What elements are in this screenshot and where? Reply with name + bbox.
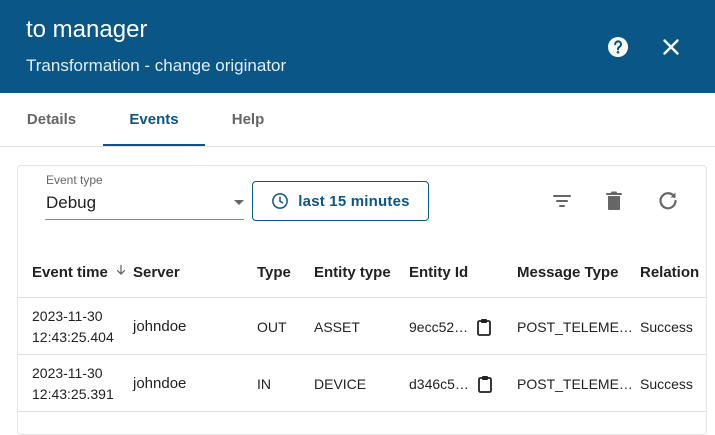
message-type-cell: POST_TELEME… [517, 375, 633, 392]
column-header-event-time[interactable]: Event time [32, 246, 128, 298]
entity-id-value: d346c5… [409, 375, 469, 392]
tab-bar: Details Events Help [0, 93, 715, 147]
event-type-label: Event type [46, 173, 103, 187]
column-header-label: Event time [32, 263, 108, 281]
dialog-header: to manager Transformation - change origi… [0, 0, 715, 93]
event-date: 2023-11-30 [32, 307, 103, 324]
help-circle-icon[interactable] [606, 35, 630, 59]
events-card: Event type Debug last 15 minutes Event t… [17, 165, 707, 435]
event-type-select[interactable]: Debug [45, 188, 244, 220]
dropdown-arrow-icon [234, 200, 244, 205]
tab-details[interactable]: Details [0, 93, 103, 146]
dialog-title: to manager [26, 16, 148, 43]
server-cell: johndoe [133, 375, 187, 392]
refresh-icon[interactable] [656, 189, 680, 213]
message-type-cell: POST_TELEME… [517, 318, 633, 335]
entity-id-value: 9ecc52… [409, 318, 469, 335]
tab-help[interactable]: Help [205, 93, 291, 146]
event-clock-time: 12:43:25.391 [32, 385, 114, 402]
column-header-type[interactable]: Type [257, 246, 291, 298]
entity-type-cell: ASSET [314, 318, 360, 335]
table-row[interactable]: 2023-11-30 12:43:25.404 johndoe OUT ASSE… [18, 298, 706, 355]
table-row[interactable]: 2023-11-30 12:43:25.391 johndoe IN DEVIC… [18, 355, 706, 412]
column-header-relation[interactable]: Relation [640, 246, 699, 298]
column-header-message-type[interactable]: Message Type [517, 246, 618, 298]
close-icon[interactable] [659, 35, 683, 59]
entity-id-cell: 9ecc52… [409, 298, 492, 355]
event-type-value: Debug [46, 193, 97, 212]
time-window-button[interactable]: last 15 minutes [252, 181, 429, 221]
column-header-server[interactable]: Server [133, 246, 180, 298]
server-cell: johndoe [133, 318, 187, 335]
event-clock-time: 12:43:25.404 [32, 328, 114, 345]
clock-icon [272, 193, 289, 209]
type-cell: OUT [257, 318, 287, 335]
filter-icon[interactable] [550, 189, 574, 213]
table-header: Event time Server Type Entity type Entit… [18, 246, 706, 298]
entity-id-cell: d346c5… [409, 355, 493, 412]
column-header-entity-type[interactable]: Entity type [314, 246, 391, 298]
sort-arrow-icon [114, 263, 128, 281]
column-header-entity-id[interactable]: Entity Id [409, 246, 468, 298]
entity-type-cell: DEVICE [314, 375, 367, 392]
copy-clipboard-icon[interactable] [477, 375, 493, 393]
active-tab-indicator [103, 144, 205, 146]
copy-clipboard-icon[interactable] [476, 318, 492, 336]
time-window-label: last 15 minutes [298, 192, 410, 210]
delete-icon[interactable] [602, 189, 626, 213]
type-cell: IN [257, 375, 271, 392]
event-date: 2023-11-30 [32, 364, 103, 381]
tab-events[interactable]: Events [103, 93, 205, 146]
event-time-cell: 2023-11-30 12:43:25.391 [32, 355, 114, 412]
relation-cell: Success [640, 318, 693, 335]
dialog-subtitle: Transformation - change originator [26, 56, 287, 75]
relation-cell: Success [640, 375, 693, 392]
event-time-cell: 2023-11-30 12:43:25.404 [32, 298, 114, 355]
